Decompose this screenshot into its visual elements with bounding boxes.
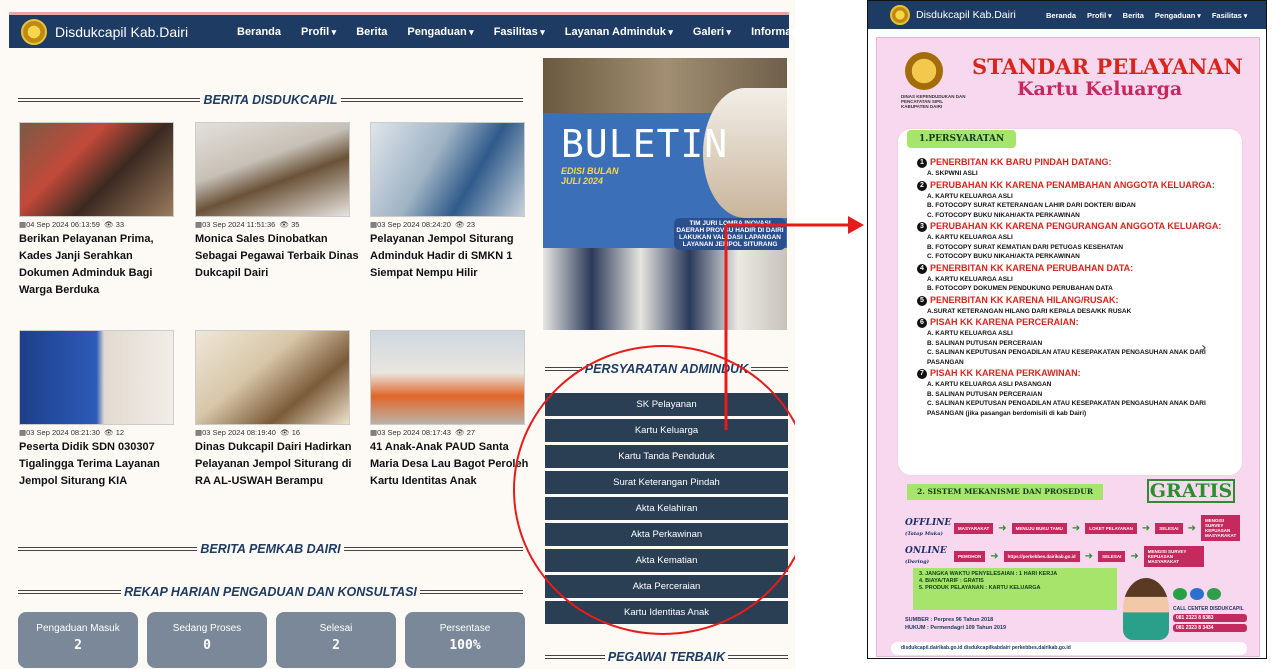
persyaratan-list: 1 PENERBITAN KK BARU PINDAH DATANG: A. SK… [917, 156, 1237, 418]
req-heading: 2 PERUBAHAN KK KARENA PENAMBAHAN ANGGOTA … [917, 179, 1237, 192]
req-item: B. FOTOCOPY SURAT KEMATIAN DARI PETUGAS … [927, 243, 1124, 251]
flow-mode: OFFLINE (Tatap Muka) [905, 518, 952, 537]
flow-step: MENGISI SURVEY KEPUASAN MASYARAKAT [1143, 545, 1204, 567]
mascot-icon [1123, 578, 1169, 640]
nav-fasilitas[interactable]: Fasilitas [1212, 11, 1247, 20]
arrow-right-icon: ➜ [998, 522, 1007, 534]
flow-step: SELESAI [1155, 522, 1183, 534]
nav-menu: Beranda Profil Berita Pengaduan Fasilita… [1046, 1, 1258, 29]
info-line: 4. BIAYA/TARIF : GRATIS [919, 578, 984, 584]
standar-pelayanan-poster: DINAS KEPENDUDUKAN DAN PENCATATAN SIPIL … [876, 37, 1260, 657]
contact-icons [1173, 588, 1221, 600]
main-navbar: Disdukcapil Kab.Dairi Beranda Profil Ber… [868, 1, 1266, 29]
req-heading: 3 PERUBAHAN KK KARENA PENGURANGAN ANGGOTA… [917, 220, 1237, 233]
number-badge: 6 [917, 318, 927, 328]
site-brand[interactable]: Disdukcapil Kab.Dairi [916, 9, 1016, 21]
phone-number: 081 2323 8 3434 [1173, 624, 1247, 632]
req-item: A. KARTU KELUARGA ASLI [927, 275, 1013, 283]
arrow-right-icon: ➜ [1071, 522, 1081, 534]
info-line: 3. JANGKA WAKTU PENYELESAIAN : 1 HARI KE… [919, 571, 1058, 577]
nav-berita[interactable]: Berita [1123, 11, 1144, 20]
arrow-right-icon: ➜ [1141, 522, 1151, 534]
req-heading: 5 PENERBITAN KK KARENA HILANG/RUSAK: [917, 294, 1237, 307]
number-badge: 2 [917, 180, 927, 191]
flow-step: LOKET PELAYANAN [1085, 522, 1137, 534]
req-item: A. KARTU KELUARGA ASLI [927, 192, 1013, 200]
kartu-keluarga-page: Disdukcapil Kab.Dairi Beranda Profil Ber… [867, 0, 1267, 659]
flow-step: PEMOHON [954, 550, 986, 562]
arrow-right-icon: ➜ [1187, 522, 1196, 534]
req-item: B. FOTOCOPY DOKUMEN PENDUKUNG PERUBAHAN … [927, 285, 1113, 292]
req-heading: 6 PISAH KK KARENA PERCERAIAN: [917, 316, 1237, 329]
poster-footer: disdukcapil.dairikab.go.id disdukcapilka… [891, 642, 1247, 655]
sumber-line: SUMBER : Perpres 96 Tahun 2018 [905, 617, 994, 623]
pemkab-seal-icon [905, 52, 943, 90]
number-badge: 3 [917, 222, 927, 232]
info-line: 5. PRODUK PELAYANAN : KARTU KELUARGA [919, 585, 1041, 591]
nav-profil[interactable]: Profil [1087, 11, 1112, 20]
number-badge: 1 [917, 158, 927, 168]
number-badge: 4 [917, 263, 927, 274]
req-item: C. SALINAN KEPUTUSAN PENGADILAN ATAU KES… [927, 349, 1206, 366]
req-item: A. KARTU KELUARGA ASLI [927, 330, 1013, 337]
req-item: A. SKPWNI ASLI [927, 170, 978, 177]
phone-icon[interactable] [1190, 588, 1204, 600]
call-center: CALL CENTER DISDUKCAPIL 081 2323 8 8383 … [1173, 606, 1247, 632]
req-item: C. SALINAN KEPUTUSAN PENGADILAN ATAU KES… [927, 400, 1206, 417]
poster-department: DINAS KEPENDUDUKAN DAN PENCATATAN SIPIL … [901, 94, 966, 109]
info-box: 3. JANGKA WAKTU PENYELESAIAN : 1 HARI KE… [913, 568, 1117, 610]
req-item: B. SALINAN PUTUSAN PERCERAIAN [927, 390, 1043, 398]
persyaratan-heading: 1.PERSYARATAN [907, 130, 1017, 148]
req-item: C. FOTOCOPY BUKU NIKAH/AKTA PERKAWINAN [927, 211, 1080, 219]
phone-number: 081 2323 8 8383 [1173, 614, 1247, 622]
flow-mode: ONLINE (Daring) [905, 546, 947, 565]
chat-icon[interactable] [1207, 588, 1221, 600]
arrow-right-icon: ➜ [990, 550, 999, 562]
flow-step: MASYARAKAT [954, 522, 994, 534]
nav-pengaduan[interactable]: Pengaduan [1155, 11, 1201, 20]
arrow-head-icon [848, 216, 864, 234]
poster-title: STANDAR PELAYANAN [972, 54, 1243, 79]
req-item: C. FOTOCOPY BUKU NIKAH/AKTA PERKAWINAN [927, 253, 1080, 260]
chevron-right-icon[interactable]: › [1201, 340, 1207, 356]
req-item: B. SALINAN PUTUSAN PERCERAIAN [927, 339, 1043, 347]
req-heading: 1 PENERBITAN KK BARU PINDAH DATANG: [917, 156, 1237, 169]
req-item: B. FOTOCOPY SURAT KETERANGAN LAHIR DARI … [927, 202, 1136, 209]
req-item: A. KARTU KELUARGA ASLI PASANGAN [927, 381, 1052, 388]
call-center-label: CALL CENTER DISDUKCAPIL [1173, 606, 1244, 612]
arrow-right-icon: ➜ [1130, 550, 1139, 562]
logo-icon[interactable] [890, 5, 910, 25]
req-item: A.SURAT KETERANGAN HILANG DARI KEPALA DE… [927, 307, 1132, 315]
nav-beranda[interactable]: Beranda [1046, 11, 1076, 20]
whatsapp-icon[interactable] [1173, 588, 1187, 600]
number-badge: 5 [917, 295, 927, 306]
flow-step: https://perkebbes.dairikab.go.id [1003, 550, 1080, 562]
req-heading: 4 PENERBITAN KK KARENA PERUBAHAN DATA: [917, 262, 1237, 275]
hukum-line: HUKUM : Permendagri 109 Tahun 2019 [905, 625, 1007, 631]
req-item: A. KARTU KELUARGA ASLI [927, 234, 1013, 241]
poster-subtitle: Kartu Keluarga [1017, 78, 1183, 100]
req-heading: 7 PISAH KK KARENA PERKAWINAN: [917, 367, 1237, 380]
flow-step: MENUJU BUKU TAMU [1011, 522, 1067, 534]
prosedur-heading: 2. SISTEM MEKANISME DAN PROSEDUR [907, 484, 1104, 500]
number-badge: 7 [917, 369, 927, 379]
legal-basis: SUMBER : Perpres 96 Tahun 2018 HUKUM : P… [905, 616, 1006, 632]
screenshot-root: Disdukcapil Kab.Dairi Beranda Profil Ber… [0, 0, 1273, 669]
arrow-right-icon: ➜ [1084, 550, 1094, 562]
flow-step: SELESAI [1098, 550, 1126, 562]
gratis-badge: GRATIS [1147, 479, 1235, 503]
